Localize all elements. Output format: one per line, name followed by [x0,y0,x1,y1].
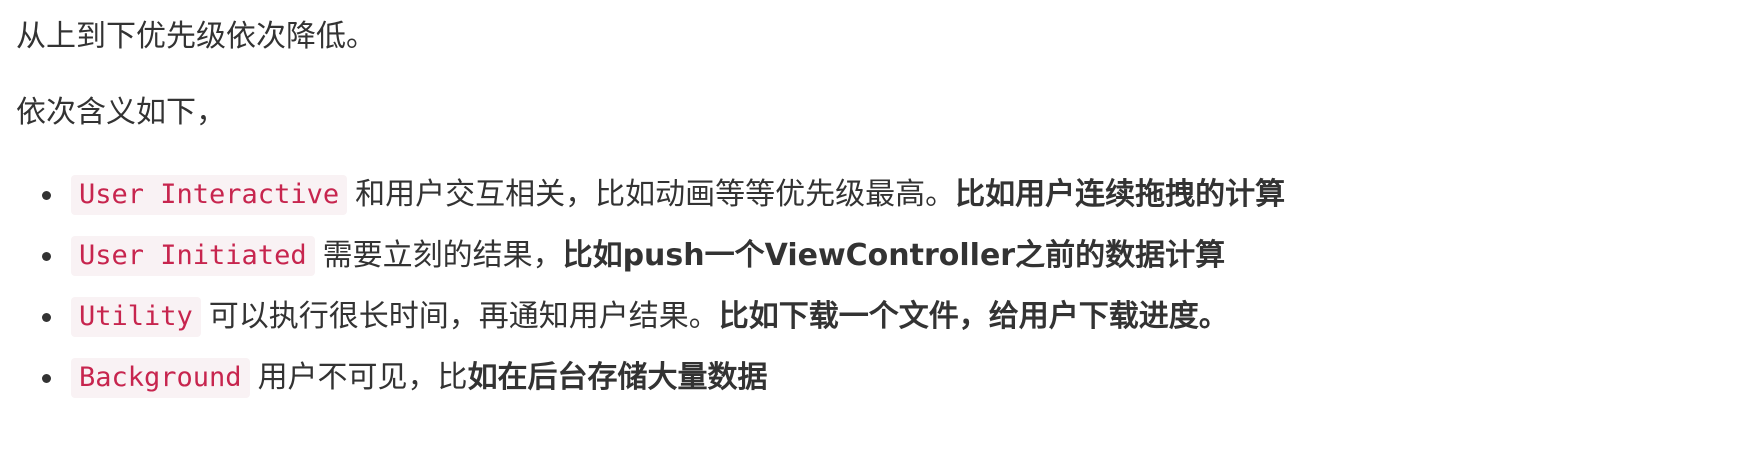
code-background: Background [71,357,250,399]
code-utility: Utility [71,296,201,338]
list-item-user-initiated: User Initiated 需要立刻的结果， 比如push一个ViewCont… [16,229,1746,283]
emphasis-text: 比如用户连续拖拽的计算 [955,176,1286,212]
emphasis-text: 比如push一个ViewController之前的数据计算 [562,237,1226,273]
list-item-user-interactive: User Interactive 和用户交互相关，比如动画等等优先级最高。 比如… [16,168,1746,222]
description-text: 用户不可见，比 [257,359,468,395]
list-item-background: Background 用户不可见，比 如在后台存储大量数据 [16,351,1746,405]
emphasis-text: 比如下载一个文件，给用户下载进度。 [718,298,1229,334]
list-item-utility: Utility 可以执行很长时间，再通知用户结果。 比如下载一个文件，给用户下载… [16,290,1746,344]
description-text: 需要立刻的结果， [322,237,563,273]
bullet-icon [42,374,51,383]
bullet-icon [42,191,51,200]
code-user-interactive: User Interactive [71,174,348,216]
bullet-icon [42,313,51,322]
priority-list: User Interactive 和用户交互相关，比如动画等等优先级最高。 比如… [16,168,1746,405]
document-body: 从上到下优先级依次降低。 依次含义如下， User Interactive 和用… [16,12,1746,412]
meaning-heading-paragraph: 依次含义如下， [16,94,226,130]
emphasis-text: 如在后台存储大量数据 [467,359,768,395]
description-text: 和用户交互相关，比如动画等等优先级最高。 [355,176,956,212]
bullet-icon [42,252,51,261]
description-text: 可以执行很长时间，再通知用户结果。 [208,298,719,334]
code-user-initiated: User Initiated [71,235,315,277]
intro-paragraph: 从上到下优先级依次降低。 [16,18,376,54]
